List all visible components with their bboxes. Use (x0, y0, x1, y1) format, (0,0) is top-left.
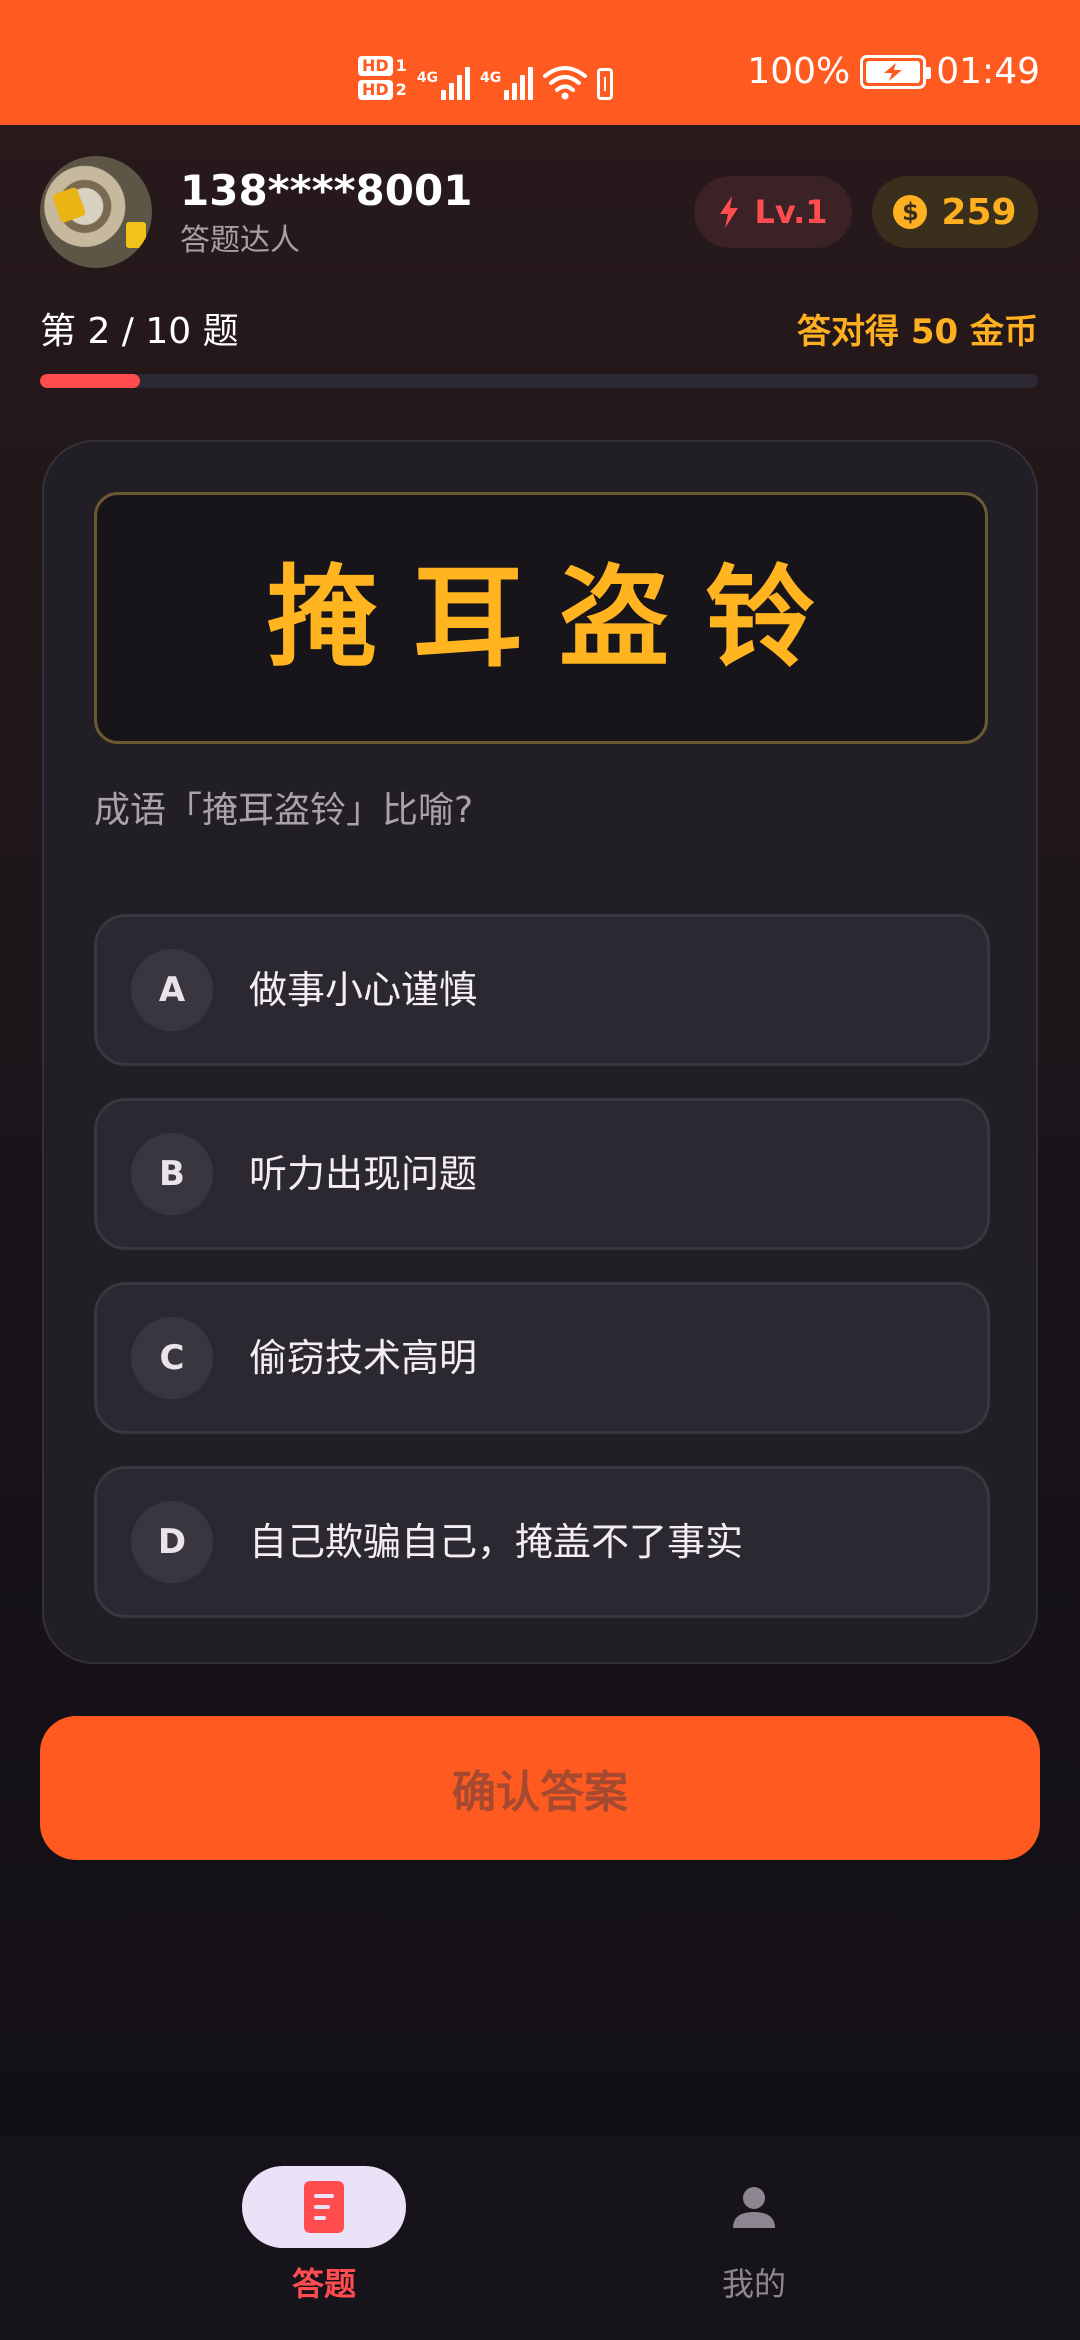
status-time: 01:49 (936, 51, 1040, 92)
option-a[interactable]: A 做事小心谨慎 (94, 914, 990, 1066)
nav-label: 我的 (721, 2265, 786, 2303)
hd-badge-label: HD (358, 80, 393, 100)
quiz-icon (304, 2181, 344, 2233)
wifi-icon (543, 66, 588, 100)
reward-label: 答对得 50 金币 (797, 312, 1038, 352)
status-bar: HD 1 HD 2 4G 4G 100% 01:49 (0, 0, 1080, 125)
signal-icon: 4G (416, 66, 471, 100)
nav-tab-profile[interactable]: 我的 (604, 2166, 904, 2316)
idiom-text: 掩耳盗铃 (267, 554, 851, 682)
charging-icon (884, 63, 903, 81)
option-text: 自己欺骗自己，掩盖不了事实 (249, 1520, 744, 1564)
confirm-answer-button[interactable]: 确认答案 (40, 1716, 1040, 1860)
status-signals: HD 1 HD 2 4G 4G (358, 44, 614, 100)
coin-icon: $ (893, 195, 928, 229)
option-text: 做事小心谨慎 (249, 968, 478, 1012)
question-card: 掩耳盗铃 成语「掩耳盗铃」比喻? A 做事小心谨慎 B 听力出现问题 C 偷窃技… (42, 440, 1038, 1664)
option-b[interactable]: B 听力出现问题 (94, 1098, 990, 1250)
battery-percent: 100% (747, 51, 851, 92)
profile-icon (733, 2187, 775, 2228)
option-c[interactable]: C 偷窃技术高明 (94, 1282, 990, 1434)
hd-badge-label: HD (358, 56, 393, 76)
question-prompt: 成语「掩耳盗铃」比喻? (94, 790, 474, 831)
screen: HD 1 HD 2 4G 4G 100% 01:49 138****8001 答… (0, 0, 1080, 2340)
coin-count: 259 (941, 191, 1017, 233)
hd-badge-number: 2 (395, 80, 407, 99)
hd-indicator-2: HD 2 (358, 80, 407, 100)
option-letter: A (131, 949, 213, 1031)
coin-balance[interactable]: $ 259 (872, 176, 1038, 248)
bottom-nav: 答题 我的 (0, 2136, 1080, 2340)
progress-bar-fill (40, 374, 140, 388)
user-phone: 138****8001 (180, 166, 473, 215)
question-progress-label: 第 2 / 10 题 (40, 311, 239, 352)
battery-icon (860, 55, 932, 89)
network-type-label: 4G (480, 70, 502, 86)
hd-badge-number: 1 (395, 56, 407, 75)
level-badge[interactable]: Lv.1 (694, 176, 852, 248)
hd-indicators: HD 1 HD 2 (358, 56, 407, 100)
option-letter: B (131, 1133, 213, 1215)
network-type-label: 4G (416, 70, 439, 86)
status-right: 100% 01:49 (747, 52, 1040, 92)
nav-label: 答题 (291, 2265, 356, 2303)
user-title: 答题达人 (180, 223, 300, 258)
idiom-box: 掩耳盗铃 (94, 492, 988, 744)
option-letter: D (131, 1501, 213, 1583)
hd-indicator-1: HD 1 (358, 56, 407, 76)
nav-tab-quiz[interactable]: 答题 (174, 2166, 474, 2316)
progress-bar (40, 374, 1038, 388)
lightning-icon (720, 196, 739, 228)
option-letter: C (131, 1317, 213, 1399)
signal-icon: 4G (480, 66, 534, 100)
avatar[interactable] (40, 156, 152, 268)
level-label: Lv.1 (754, 193, 828, 231)
option-text: 听力出现问题 (249, 1152, 478, 1196)
option-text: 偷窃技术高明 (249, 1336, 478, 1380)
option-d[interactable]: D 自己欺骗自己，掩盖不了事实 (94, 1466, 990, 1618)
battery-saver-icon (597, 68, 614, 100)
